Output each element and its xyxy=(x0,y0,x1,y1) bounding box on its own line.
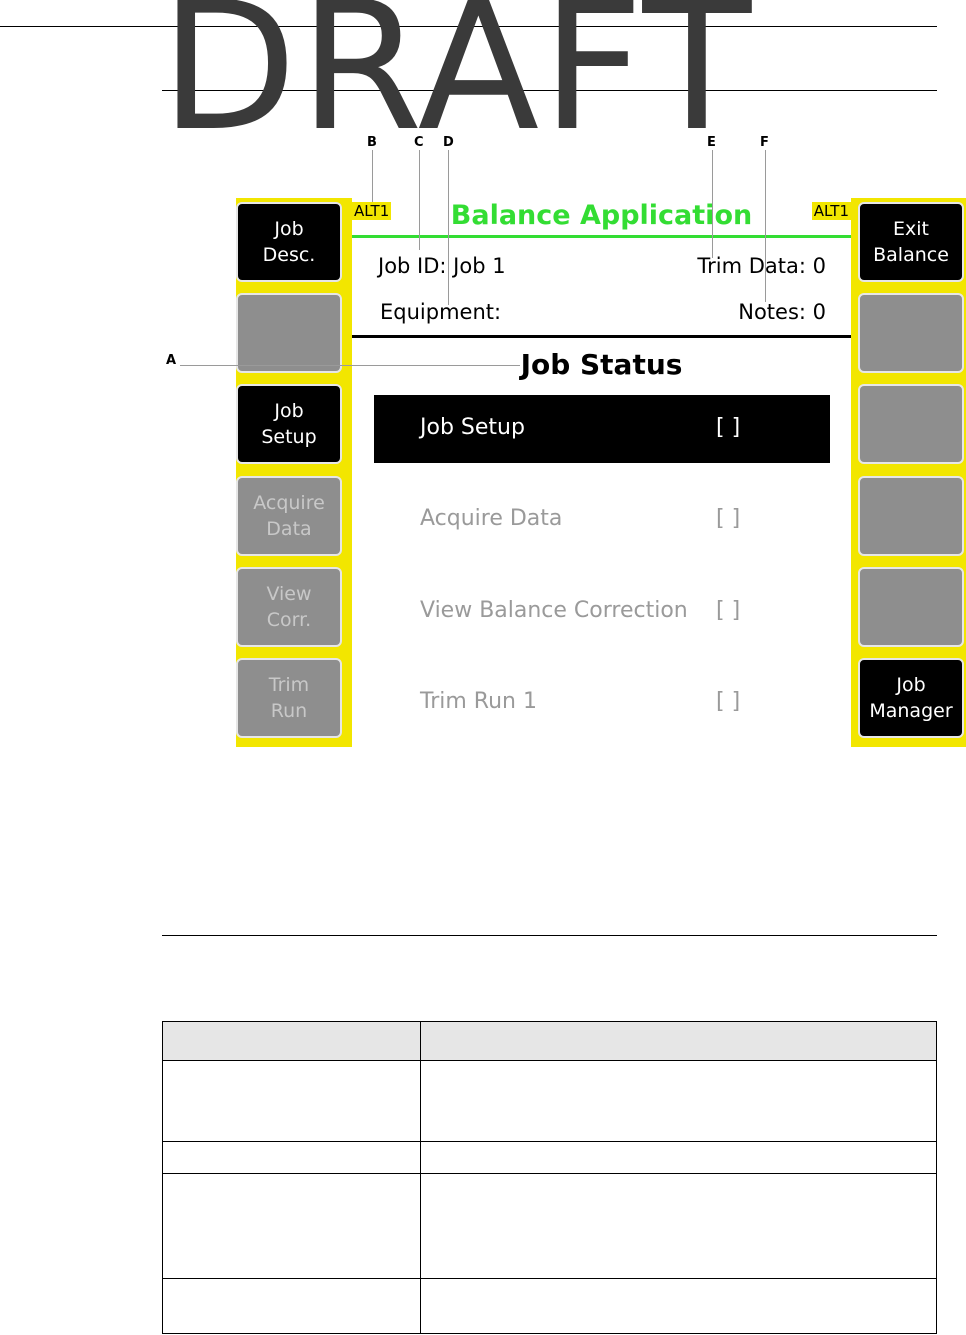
row-label: Job Setup xyxy=(420,415,525,440)
draft-watermark: DRAFT xyxy=(160,0,754,170)
table-row xyxy=(162,1278,937,1334)
equipment: Equipment: xyxy=(380,300,502,324)
description-table xyxy=(162,1021,937,1334)
table-header-row xyxy=(162,1021,937,1061)
job-id: Job ID: Job 1 xyxy=(378,254,506,278)
softkey-right-blank-3[interactable] xyxy=(858,476,964,556)
leader-d xyxy=(448,150,449,305)
softkey-job-setup[interactable]: Job Setup xyxy=(236,384,342,464)
softkey-exit-balance[interactable]: Exit Balance xyxy=(858,202,964,282)
device-screen: ALT1 ALT1 Balance Application Job ID: Jo… xyxy=(352,198,851,747)
callout-f: F xyxy=(760,135,769,150)
trim-data: Trim Data: 0 xyxy=(697,254,826,278)
screen-title: Balance Application xyxy=(450,200,753,231)
table-cell xyxy=(420,1173,937,1279)
status-row-view-balance-correction[interactable]: View Balance Correction [ ] xyxy=(374,578,830,646)
row-label: View Balance Correction xyxy=(420,598,688,623)
row-label: Acquire Data xyxy=(420,506,563,531)
status-row-job-setup[interactable]: Job Setup [ ] xyxy=(374,395,830,463)
table-cell xyxy=(162,1173,421,1279)
row-checkbox: [ ] xyxy=(716,598,741,623)
row-label: Trim Run 1 xyxy=(420,689,537,714)
softkey-trim-run[interactable]: Trim Run xyxy=(236,658,342,738)
table-cell xyxy=(420,1141,937,1174)
softkey-acquire-data[interactable]: Acquire Data xyxy=(236,476,342,556)
row-checkbox: [ ] xyxy=(716,506,741,531)
title-divider xyxy=(352,235,851,238)
table-cell xyxy=(420,1060,937,1142)
notes: Notes: 0 xyxy=(738,300,826,324)
section-rule xyxy=(162,935,937,936)
table-row xyxy=(162,1173,937,1279)
table-cell xyxy=(162,1278,421,1334)
softkey-job-manager[interactable]: Job Manager xyxy=(858,658,964,738)
callout-a: A xyxy=(166,353,177,368)
table-cell xyxy=(420,1278,937,1334)
softkey-right-blank-4[interactable] xyxy=(858,567,964,647)
device-display: Job Desc. Job Setup Acquire Data View Co… xyxy=(236,198,966,747)
status-row-trim-run-1[interactable]: Trim Run 1 [ ] xyxy=(374,669,830,737)
softkey-left-blank[interactable] xyxy=(236,293,342,373)
table-header-cell xyxy=(162,1021,421,1061)
info-divider xyxy=(352,335,851,338)
status-row-acquire-data[interactable]: Acquire Data [ ] xyxy=(374,486,830,554)
table-cell xyxy=(162,1060,421,1142)
table-header-cell xyxy=(420,1021,937,1061)
softkey-right-blank-2[interactable] xyxy=(858,384,964,464)
softkey-job-desc[interactable]: Job Desc. xyxy=(236,202,342,282)
softkey-right-blank-1[interactable] xyxy=(858,293,964,373)
leader-a xyxy=(180,365,520,366)
table-row xyxy=(162,1060,937,1142)
table-cell xyxy=(162,1141,421,1174)
leader-f xyxy=(765,150,766,302)
row-checkbox: [ ] xyxy=(716,689,741,714)
softkey-view-corr[interactable]: View Corr. xyxy=(236,567,342,647)
table-row xyxy=(162,1141,937,1174)
row-checkbox: [ ] xyxy=(716,415,741,440)
